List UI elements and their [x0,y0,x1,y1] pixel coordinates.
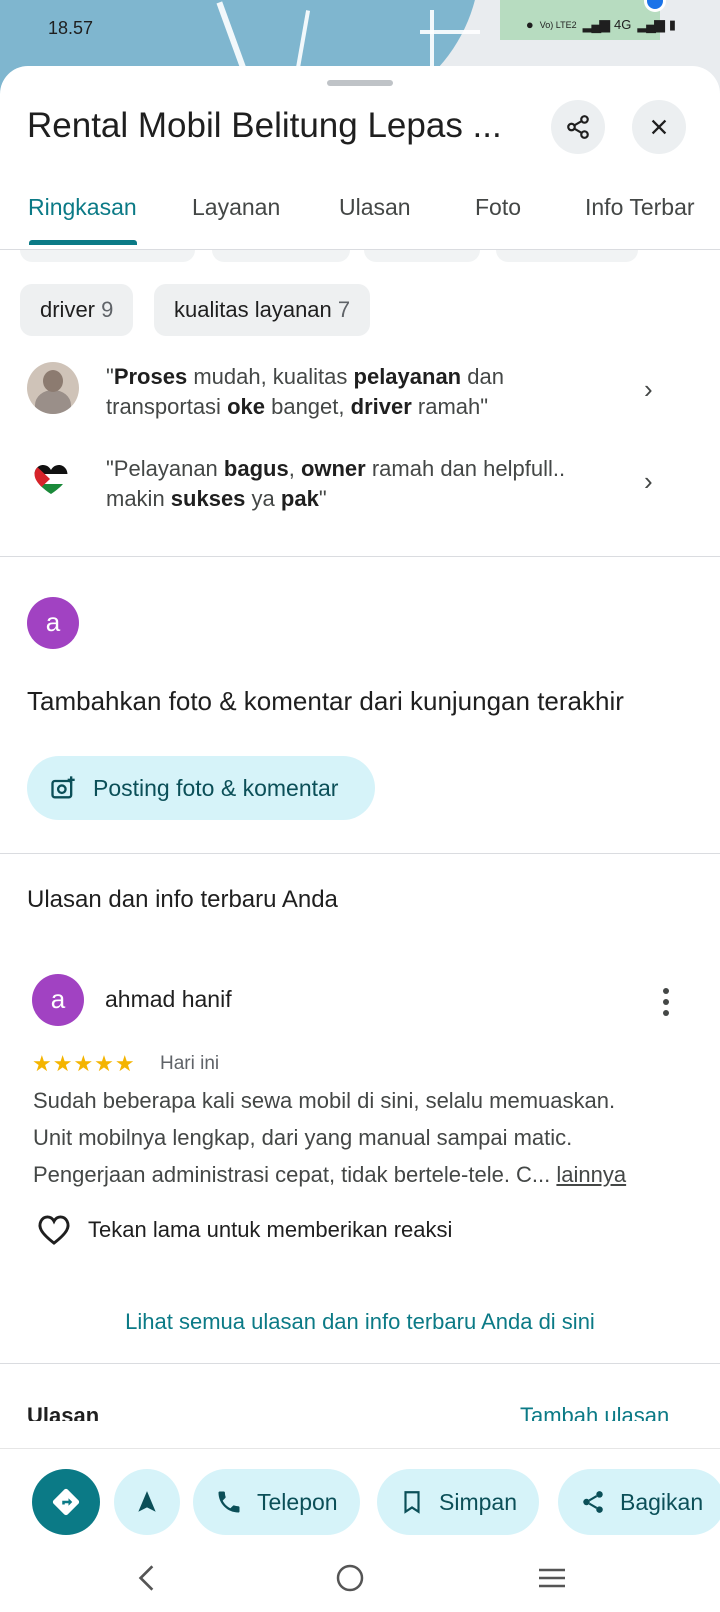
bookmark-icon [404,1491,420,1514]
star-rating: ★★★★★ [32,1051,136,1076]
divider [0,1363,720,1364]
add-photo-icon [51,776,75,799]
share-button[interactable] [551,100,605,154]
volte-label: Vo) LTE2 [539,19,577,30]
tab-layanan[interactable]: Layanan [192,194,280,221]
chip-label: driver [40,297,96,322]
your-reviews-heading: Ulasan dan info terbaru Anda [27,886,338,913]
status-time: 18.57 [48,18,94,38]
share-icon [583,1491,603,1513]
post-photo-comment-button[interactable]: Posting foto & komentar [27,756,375,820]
status-icons: ● Vo) LTE2 ▂▄▆ 4G ▂▄▆ ▮ [526,16,676,33]
directions-icon [52,1488,80,1516]
close-button[interactable] [632,100,686,154]
save-button[interactable]: Simpan [377,1469,539,1535]
more-link[interactable]: lainnya [556,1162,626,1187]
share-label: Bagikan [620,1488,704,1515]
react-hint: Tekan lama untuk memberikan reaksi [88,1217,453,1242]
more-options-icon[interactable] [656,986,676,1018]
share-action-button[interactable]: Bagikan [558,1469,720,1535]
signal-icon-2: ▂▄▆ [637,16,664,32]
avatar: a [27,597,79,649]
chip-label: kualitas layanan [174,297,332,322]
drag-handle[interactable] [327,80,393,86]
chip-kualitas-layanan[interactable]: kualitas layanan 7 [154,284,371,336]
network-type: 4G [614,17,632,32]
reviewer-name[interactable]: ahmad hanif [105,986,232,1013]
chip-count: 7 [337,297,351,322]
chip-partial[interactable] [20,250,195,262]
system-nav-bar [0,1548,720,1612]
battery-icon: ▮ [668,16,676,32]
tab-ulasan[interactable]: Ulasan [339,194,411,221]
review-date: Hari ini [160,1053,220,1074]
chip-partial[interactable] [212,250,350,262]
chip-partial[interactable] [496,250,638,262]
post-button-label: Posting foto & komentar [93,774,339,801]
reviews-section-heading: Ulasan [27,1403,100,1421]
directions-button[interactable] [32,1469,100,1535]
see-all-reviews-link[interactable]: Lihat semua ulasan dan info terbaru Anda… [0,1309,720,1335]
close-icon [651,119,667,135]
heart-icon [38,1215,70,1245]
active-tab-indicator [29,240,137,245]
call-button[interactable]: Telepon [193,1469,360,1535]
tab-foto[interactable]: Foto [475,194,521,221]
add-review-link[interactable]: Tambah ulasan [520,1403,669,1421]
chip-driver[interactable]: driver 9 [20,284,134,336]
react-row[interactable]: Tekan lama untuk memberikan reaksi [36,1214,452,1246]
review-text: Sudah beberapa kali sewa mobil di sini, … [33,1088,627,1187]
chevron-right-icon: › [644,374,653,404]
signal-icon: ▂▄▆ [582,16,610,32]
review-snippet-1[interactable]: "Proses mudah, kualitas pelayanan dan tr… [0,362,720,432]
start-navigation-button[interactable] [114,1469,180,1535]
tab-info-terbaru[interactable]: Info Terbar [585,194,695,221]
share-icon [567,115,589,139]
call-label: Telepon [257,1488,338,1515]
action-bar: Telepon Simpan Bagikan [0,1448,720,1548]
palestine-heart-icon [34,464,68,494]
recents-icon[interactable] [536,1562,568,1594]
place-sheet: Rental Mobil Belitung Lepas ... Ringkasa… [0,66,720,1612]
navigation-arrow-icon [138,1491,156,1512]
chevron-right-icon: › [644,466,653,496]
location-icon: ● [525,17,534,32]
home-icon[interactable] [334,1562,366,1594]
divider [0,853,720,854]
snippet-text: "Pelayanan bagus, owner ramah dan helpfu… [106,456,566,511]
tab-ringkasan[interactable]: Ringkasan [28,194,137,221]
back-icon[interactable] [134,1562,160,1594]
reviewer-avatar[interactable]: a [32,974,84,1026]
avatar [27,362,79,414]
save-label: Simpan [439,1488,517,1515]
contribute-heading: Tambahkan foto & komentar dari kunjungan… [27,686,624,716]
status-bar: 18.57 ● Vo) LTE2 ▂▄▆ 4G ▂▄▆ ▮ [0,0,720,56]
chip-partial[interactable] [364,250,480,262]
snippet-text: "Proses mudah, kualitas pelayanan dan tr… [106,364,504,419]
review-snippet-2[interactable]: "Pelayanan bagus, owner ramah dan helpfu… [0,454,720,524]
chip-count: 9 [101,297,114,322]
screen: 18.57 ● Vo) LTE2 ▂▄▆ 4G ▂▄▆ ▮ Rental Mob… [0,0,720,1612]
phone-icon [218,1491,240,1513]
divider [0,556,720,557]
place-title: Rental Mobil Belitung Lepas ... [27,106,502,145]
